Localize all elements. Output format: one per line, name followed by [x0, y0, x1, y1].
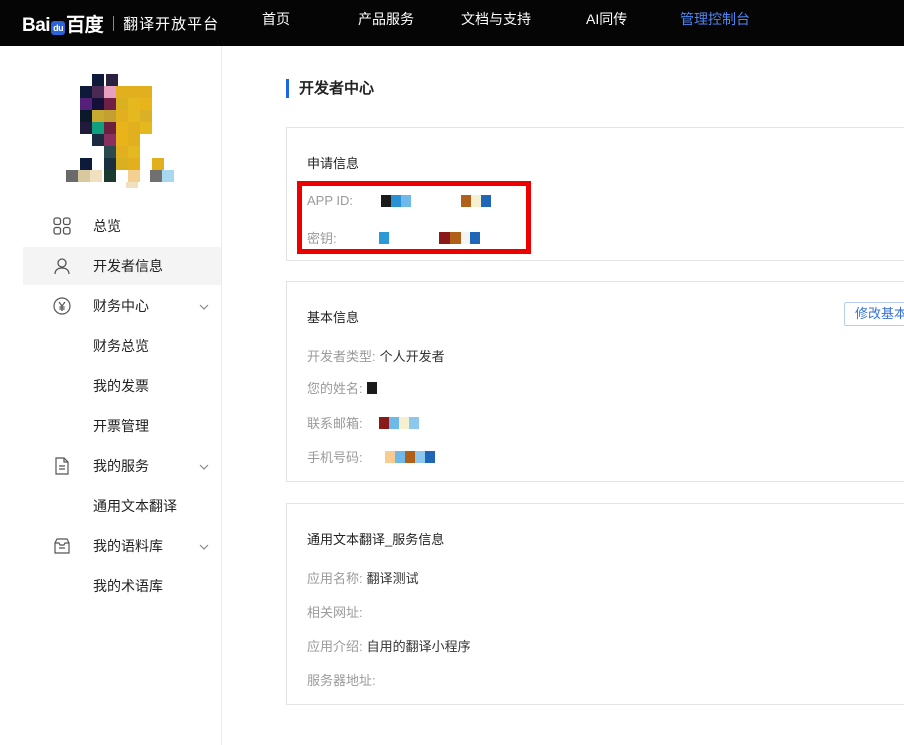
email-value-redacted: [367, 416, 419, 429]
sidebar-item-label: 我的发票: [93, 378, 149, 394]
server-address-row: 服务器地址:: [307, 670, 376, 689]
chevron-down-icon: [198, 460, 210, 472]
sidebar-item-my-corpus[interactable]: 我的语料库: [23, 527, 221, 565]
user-icon: [52, 256, 72, 276]
chevron-down-icon: [198, 540, 210, 552]
sidebar-item-label: 财务总览: [93, 338, 149, 354]
server-address-label: 服务器地址:: [307, 673, 376, 688]
service-info-card: 通用文本翻译_服务信息 应用名称: 翻译测试 相关网址: 应用介绍: 自用的翻译…: [286, 503, 904, 705]
email-row: 联系邮箱:: [307, 413, 419, 432]
nav-ai-interpret[interactable]: AI同传: [586, 0, 627, 38]
sidebar-item-developer-info[interactable]: 开发者信息: [23, 247, 221, 285]
sidebar-item-finance[interactable]: 财务中心: [23, 287, 221, 325]
app-name-value: 翻译测试: [366, 571, 419, 586]
sidebar-item-label: 总览: [93, 218, 121, 234]
name-row: 您的姓名:: [307, 378, 403, 397]
sidebar-item-label: 开发者信息: [93, 258, 163, 274]
card-title: 基本信息: [307, 310, 360, 325]
card-title: 申请信息: [307, 156, 360, 171]
phone-row: 手机号码:: [307, 447, 435, 466]
nav-console[interactable]: 管理控制台: [680, 0, 750, 38]
sidebar-item-label: 财务中心: [93, 298, 149, 314]
nav-docs[interactable]: 文档与支持: [461, 0, 531, 38]
nav-products[interactable]: 产品服务: [358, 0, 414, 38]
basic-info-card: 基本信息 开发者类型: 个人开发者 您的姓名: 联系邮箱: 手机号码:: [286, 281, 904, 482]
logo-divider: [113, 15, 115, 31]
email-label: 联系邮箱:: [307, 416, 363, 431]
sidebar-item-my-invoices[interactable]: 我的发票: [23, 367, 221, 405]
app-name-row: 应用名称: 翻译测试: [307, 568, 419, 587]
yen-icon: [52, 296, 72, 316]
sidebar-item-my-glossary[interactable]: 我的术语库: [23, 567, 221, 605]
brand-logo[interactable]: Bai du 百度 翻译开放平台: [22, 10, 219, 36]
name-label: 您的姓名:: [307, 381, 363, 396]
sidebar-item-label: 开票管理: [93, 418, 149, 434]
document-icon: [52, 456, 72, 476]
grid-icon: [52, 216, 72, 236]
sidebar-item-invoice-management[interactable]: 开票管理: [23, 407, 221, 445]
edit-basic-info-button[interactable]: 修改基本: [844, 302, 904, 326]
app-name-label: 应用名称:: [307, 571, 363, 586]
name-value-redacted: [366, 381, 403, 394]
sidebar-item-finance-overview[interactable]: 财务总览: [23, 327, 221, 365]
top-navbar: Bai du 百度 翻译开放平台 首页 产品服务 文档与支持 AI同传 管理控制台: [0, 0, 904, 46]
sidebar-item-overview[interactable]: 总览: [23, 207, 221, 245]
baidu-logo: Bai du 百度: [22, 14, 104, 36]
related-url-label: 相关网址:: [307, 605, 363, 620]
avatar: [62, 72, 182, 192]
sidebar-item-label: 通用文本翻译: [93, 498, 177, 514]
inbox-icon: [52, 536, 72, 556]
sidebar-item-label: 我的术语库: [93, 578, 163, 594]
chevron-down-icon: [198, 300, 210, 312]
phone-label: 手机号码:: [307, 450, 363, 465]
sidebar-item-label: 我的语料库: [93, 538, 163, 554]
card-title: 通用文本翻译_服务信息: [307, 532, 445, 547]
app-intro-label: 应用介绍:: [307, 639, 363, 654]
product-name: 翻译开放平台: [123, 15, 220, 33]
app-intro-value: 自用的翻译小程序: [366, 639, 471, 654]
phone-value-redacted: [367, 450, 435, 463]
developer-type-label: 开发者类型:: [307, 349, 376, 364]
sidebar: 总览 开发者信息 财务中心 财务总览 我的发票 开票管理 我的服务 通用文本翻译…: [0, 46, 222, 745]
sidebar-item-label: 我的服务: [93, 458, 149, 474]
sidebar-item-my-services[interactable]: 我的服务: [23, 447, 221, 485]
page-title: 开发者中心: [286, 79, 374, 98]
developer-type-value: 个人开发者: [379, 349, 445, 364]
related-url-row: 相关网址:: [307, 602, 363, 621]
nav-home[interactable]: 首页: [262, 0, 290, 38]
app-credentials-highlight: [297, 181, 531, 254]
sidebar-item-text-translation[interactable]: 通用文本翻译: [23, 487, 221, 525]
developer-type-row: 开发者类型: 个人开发者: [307, 346, 445, 365]
app-intro-row: 应用介绍: 自用的翻译小程序: [307, 636, 471, 655]
